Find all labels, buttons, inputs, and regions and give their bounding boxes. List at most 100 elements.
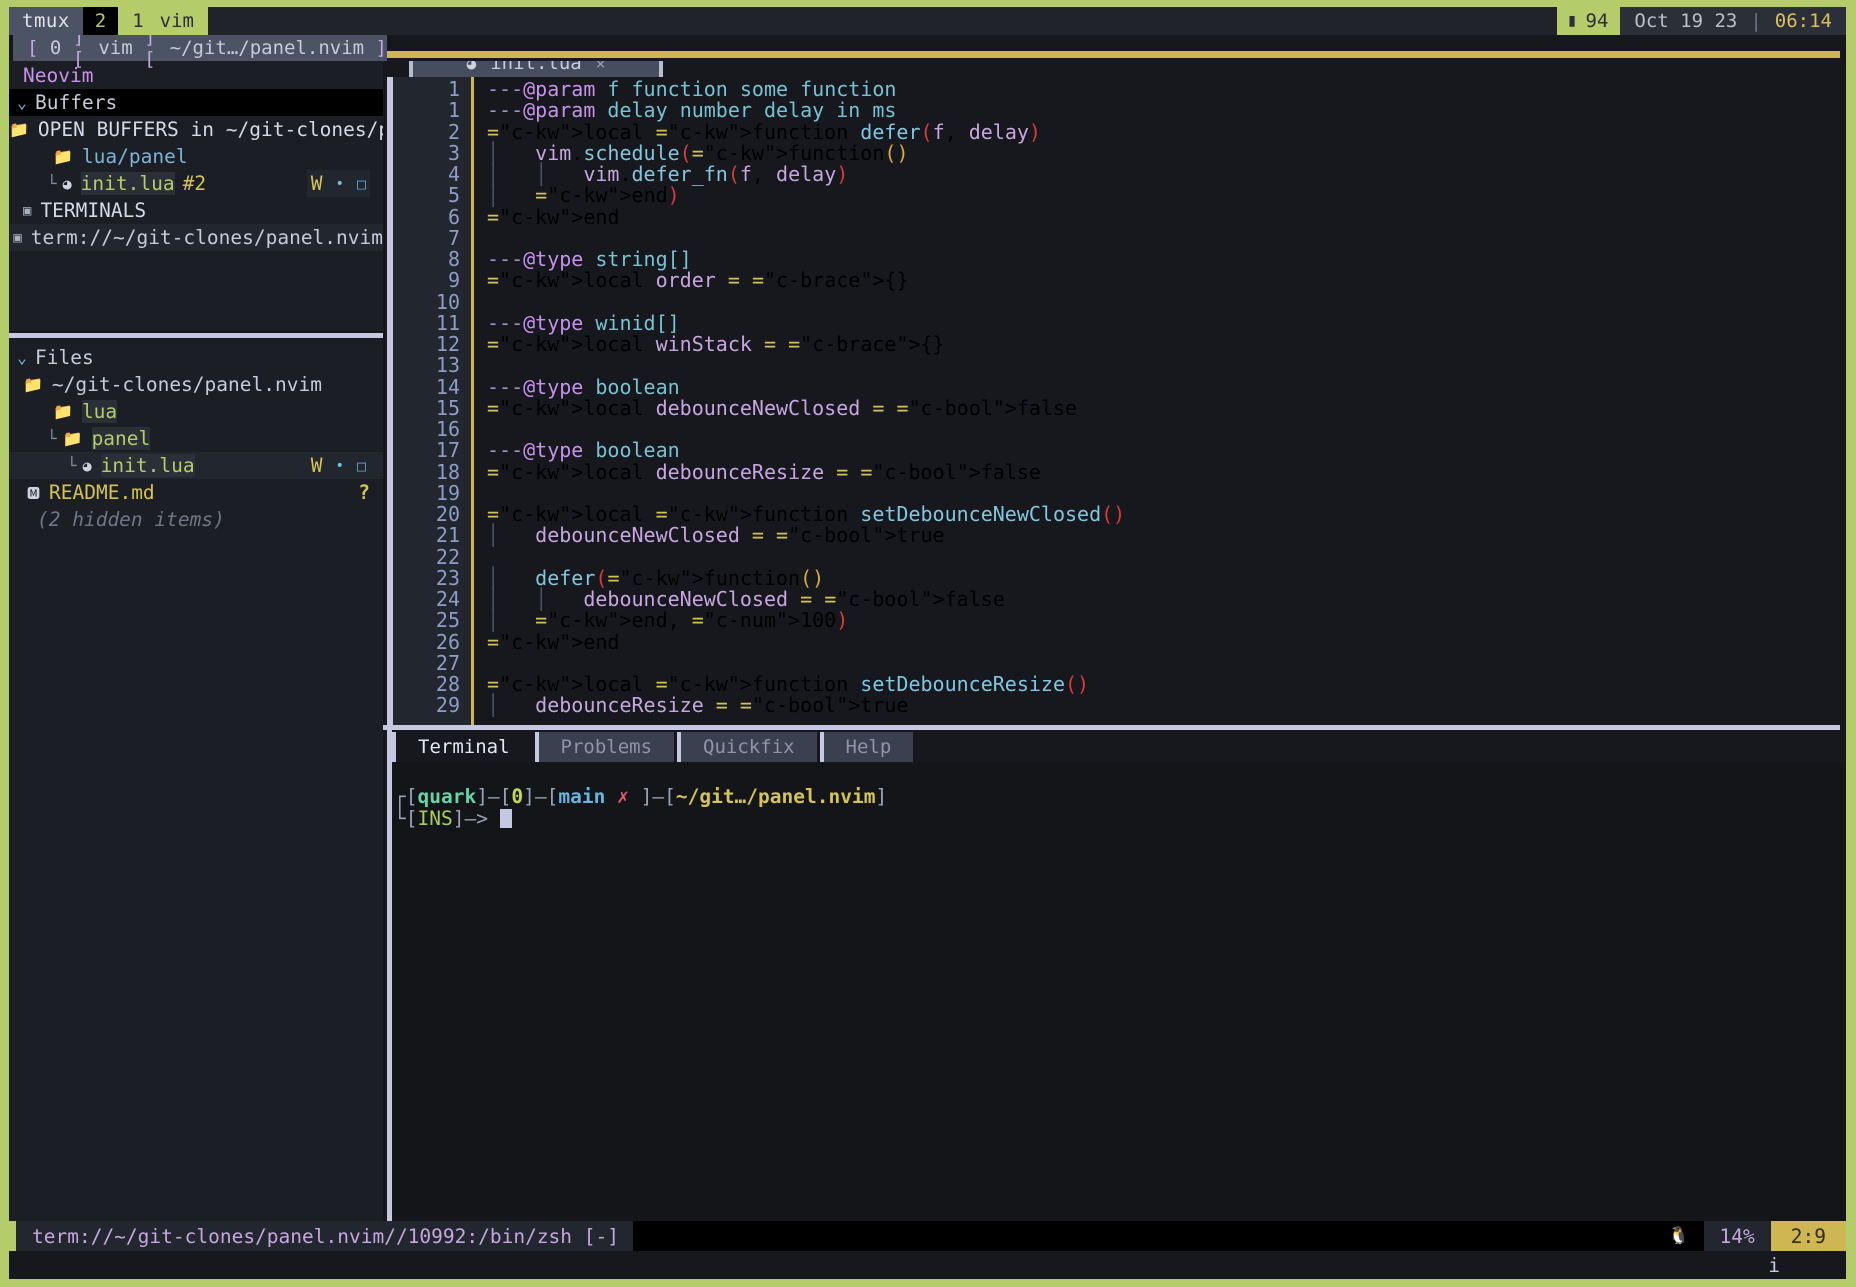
files-row-label: lua	[81, 400, 118, 423]
tmux-window-1-active[interactable]: 1 vim	[118, 7, 208, 35]
line-number: 17	[435, 438, 460, 463]
code-text[interactable]: ---@param f function some function ---@pa…	[474, 77, 1846, 725]
buffer-flags: W • □	[306, 170, 370, 197]
markdown-icon: 🅼	[27, 487, 41, 502]
code-line: │ debounceResize = ="c-bool">true	[487, 693, 909, 718]
line-number: 22	[435, 544, 460, 569]
files-row-readme[interactable]: 🅼 README.md ?	[9, 479, 383, 506]
line-number: 3	[447, 140, 460, 165]
sidebar: Neovim ⌄ Buffers 📁 OPEN BUFFERS in ~/git…	[9, 61, 383, 1221]
line-number: 14	[435, 374, 460, 399]
tmux-status-right: ▮ 94 Oct 19 23 | 06:14	[1556, 7, 1846, 35]
statusline-cursor-position: 2:9	[1770, 1221, 1846, 1251]
line-number: 2	[447, 119, 460, 144]
panel-top-divider[interactable]	[383, 725, 1840, 730]
files-row-init-lua[interactable]: └ ◕ init.lua W • □	[9, 452, 383, 479]
linux-penguin-icon: 🐧	[1668, 1226, 1690, 1246]
files-row-panel[interactable]: └ 📁 panel	[9, 425, 383, 452]
code-line: ---@param f function some function	[487, 77, 897, 101]
line-number: 18	[435, 459, 460, 484]
buffer-item-init-lua[interactable]: └ ◕ init.lua #2 W • □	[9, 170, 383, 197]
folder-icon: 📁	[62, 429, 83, 448]
date-time-separator: |	[1750, 10, 1762, 32]
panel-tab-problems[interactable]: Problems	[538, 732, 675, 762]
files-row-label: init.lua	[100, 454, 195, 477]
buffers-terminals-group[interactable]: ▣ TERMINALS	[9, 197, 383, 224]
line-number: 7	[447, 225, 460, 250]
sidebar-buffers-panel: Neovim ⌄ Buffers 📁 OPEN BUFFERS in ~/git…	[9, 61, 383, 331]
code-line: ="c-kw">local ="c-kw">function setDeboun…	[487, 672, 1090, 696]
hidden-items-label: (2 hidden items)	[37, 508, 225, 531]
folder-icon: 📁	[53, 147, 73, 166]
terminal-buffer-item[interactable]: ▣ term://~/git-clones/panel.nvim	[9, 224, 383, 251]
sidebar-section-buffers-label: Buffers	[35, 91, 118, 114]
clock-widget: Oct 19 23 | 06:14	[1620, 7, 1846, 35]
files-root-label: ~/git-clones/panel.nvim	[51, 373, 322, 396]
code-line: │ │ debounceNewClosed = ="c-bool">false	[487, 587, 1005, 611]
panel-tab-bar: Terminal Problems Quickfix Help	[392, 732, 1846, 762]
tmux-window-name: vim	[159, 10, 194, 32]
code-line: ---@type winid[]	[487, 310, 680, 335]
tmux-session-label: tmux	[9, 7, 83, 35]
code-line: ="c-kw">local winStack = ="c-brace">{}	[487, 332, 945, 356]
terminals-label: TERMINALS	[40, 199, 147, 222]
time-text: 06:14	[1774, 10, 1832, 32]
chevron-down-icon: ⌄	[17, 93, 27, 112]
battery-icon: ▮	[1566, 10, 1578, 31]
files-root-row[interactable]: 📁 ~/git-clones/panel.nvim	[9, 371, 383, 398]
line-number: 20	[435, 502, 460, 526]
tmux-status-spacer	[208, 7, 1557, 35]
prompt-arrow: –>	[464, 807, 488, 830]
code-line: │ │ vim.defer_fn(f, delay)	[487, 162, 849, 186]
terminal-cursor[interactable]	[499, 809, 512, 828]
statusline-buffer-name: term://~/git-clones/panel.nvim//10992:/b…	[16, 1221, 633, 1251]
title-app-name: vim	[98, 37, 133, 59]
terminal-icon: ▣	[23, 202, 32, 219]
flag-dot-icon: •	[335, 175, 344, 192]
terminal-buffer-label: term://~/git-clones/panel.nvim	[30, 226, 383, 249]
flag-git-untracked: ?	[358, 481, 370, 504]
active-window-accent-rule	[387, 51, 1840, 58]
line-number: 19	[435, 480, 460, 505]
code-line: │ defer(="c-kw">function()	[487, 565, 825, 590]
sidebar-section-buffers[interactable]: ⌄ Buffers	[9, 89, 383, 116]
code-line: │ vim.schedule(="c-kw">function()	[487, 140, 909, 165]
prompt-hostname: quark	[417, 785, 477, 808]
line-number: 29	[435, 693, 460, 718]
code-line: │ ="c-kw">end, ="c-num">100)	[487, 608, 849, 633]
panel-tab-help[interactable]: Help	[823, 732, 914, 762]
files-row-lua[interactable]: 📁 lua	[9, 398, 383, 425]
line-number: 15	[435, 395, 460, 420]
prompt-git-branch: main	[558, 785, 606, 808]
folder-icon: 📁	[9, 120, 29, 139]
code-line: │ ="c-kw">end)	[487, 183, 680, 208]
buffers-group-row[interactable]: 📁 OPEN BUFFERS in ~/git-clones/pan	[9, 116, 383, 143]
tree-elbow-icon: └	[67, 456, 77, 475]
panel-tab-terminal[interactable]: Terminal	[396, 732, 532, 762]
battery-level: 94	[1585, 10, 1609, 32]
tmux-window-2[interactable]: 2	[82, 7, 119, 35]
tmux-outer-frame: tmux 2 1 vim ▮ 94 Oct 19 23 | 06:14 [0 …	[0, 0, 1856, 1287]
terminal-output[interactable]: ┌[quark]–[0]–[main ✗ ]–[~/git…/panel.nvi…	[392, 762, 1846, 1221]
buffers-subfolder-row[interactable]: 📁 lua/panel	[9, 143, 383, 170]
bottom-panel: Terminal Problems Quickfix Help ┌[quark]–[0…	[383, 725, 1846, 1221]
code-line: ="c-kw">local debounceNewClosed = ="c-bo…	[487, 395, 1078, 420]
command-line[interactable]: i	[9, 1251, 1846, 1279]
code-line: ="c-kw">local debounceResize = ="c-bool"…	[487, 459, 1041, 484]
lua-file-icon: ◕	[62, 174, 72, 193]
prompt-git-dirty-icon: ✗	[617, 785, 629, 808]
panel-tab-quickfix[interactable]: Quickfix	[681, 732, 817, 762]
sidebar-section-files[interactable]: ⌄ Files	[9, 344, 383, 371]
prompt-mode: INS	[417, 807, 453, 830]
code-line: ---@type boolean	[487, 374, 680, 399]
window-title-strip: [ 0 ][ vim ][ ~/git…/panel.nvim ]	[13, 26, 387, 70]
line-number: 11	[435, 310, 460, 335]
tree-elbow-icon: └	[47, 174, 57, 193]
prompt-corner-bottom: └[	[394, 807, 418, 830]
code-line: ="c-kw">end	[487, 629, 620, 654]
code-line: ---@param delay number delay in ms	[487, 98, 897, 123]
